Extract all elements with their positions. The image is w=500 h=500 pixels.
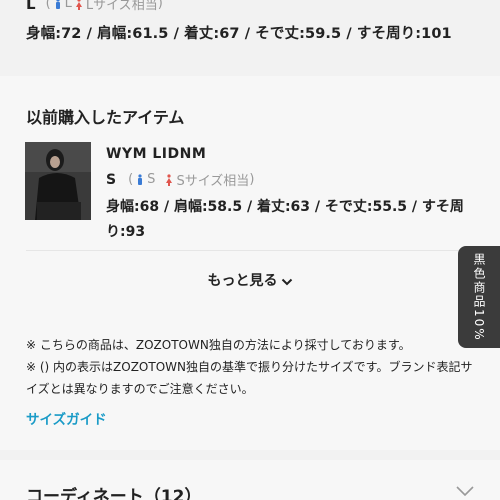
item-size-line: S ( S Sサイズ相当 ) (106, 171, 255, 190)
note-1: ※ こちらの商品は、ZOZOTOWN独自の方法により採寸しております。 (26, 338, 411, 352)
chevron-down-icon (281, 278, 292, 286)
previous-size-section: L ( L Lサイズ相当 ) 身幅:72 / 肩幅:61.5 / 着丈:67 /… (0, 0, 500, 66)
size-letter: L (26, 0, 36, 13)
size-guide-link[interactable]: サイズガイド (26, 408, 107, 428)
purchased-items-card: 以前購入したアイテム WYM LIDNM S ( S Sサイズ相当 ) 身幅:6… (0, 76, 500, 450)
item-thumbnail[interactable] (25, 142, 91, 220)
item-size-letter: S (106, 171, 117, 188)
show-more-label: もっと見る (207, 273, 278, 289)
size-line: L ( L Lサイズ相当 ) (26, 0, 163, 13)
male-icon (138, 173, 143, 185)
coordinate-section[interactable]: コーディネート（12） (0, 460, 500, 500)
item-brand[interactable]: WYM LIDNM (106, 146, 206, 162)
previous-size-measurements: 身幅:72 / 肩幅:61.5 / 着丈:67 / そで丈:59.5 / すそ周… (26, 26, 452, 42)
side-tab[interactable]: 黒色商品10% (458, 246, 500, 348)
item-male-size-label: S (147, 172, 156, 187)
male-size-label: L (64, 0, 72, 11)
female-size-label: Lサイズ相当 (85, 0, 158, 13)
item-measurements: 身幅:68 / 肩幅:58.5 / 着丈:63 / そで丈:55.5 / すそ周… (106, 199, 464, 240)
show-more-button[interactable]: もっと見る (0, 270, 500, 290)
section-title: 以前購入したアイテム (26, 108, 185, 127)
male-icon (55, 0, 60, 9)
divider (26, 250, 474, 251)
female-icon (166, 173, 173, 186)
female-icon (75, 0, 82, 10)
item-female-size-label: Sサイズ相当 (176, 174, 250, 189)
coordinate-title: コーディネート（12） (26, 487, 202, 500)
chevron-down-icon (456, 486, 474, 496)
notes: ※ こちらの商品は、ZOZOTOWN独自の方法により採寸しております。 ※ ()… (26, 334, 476, 400)
item-photo (25, 142, 91, 220)
note-2: ※ () 内の表示はZOZOTOWN独自の基準で振り分けたサイズです。ブランド表… (26, 360, 473, 396)
